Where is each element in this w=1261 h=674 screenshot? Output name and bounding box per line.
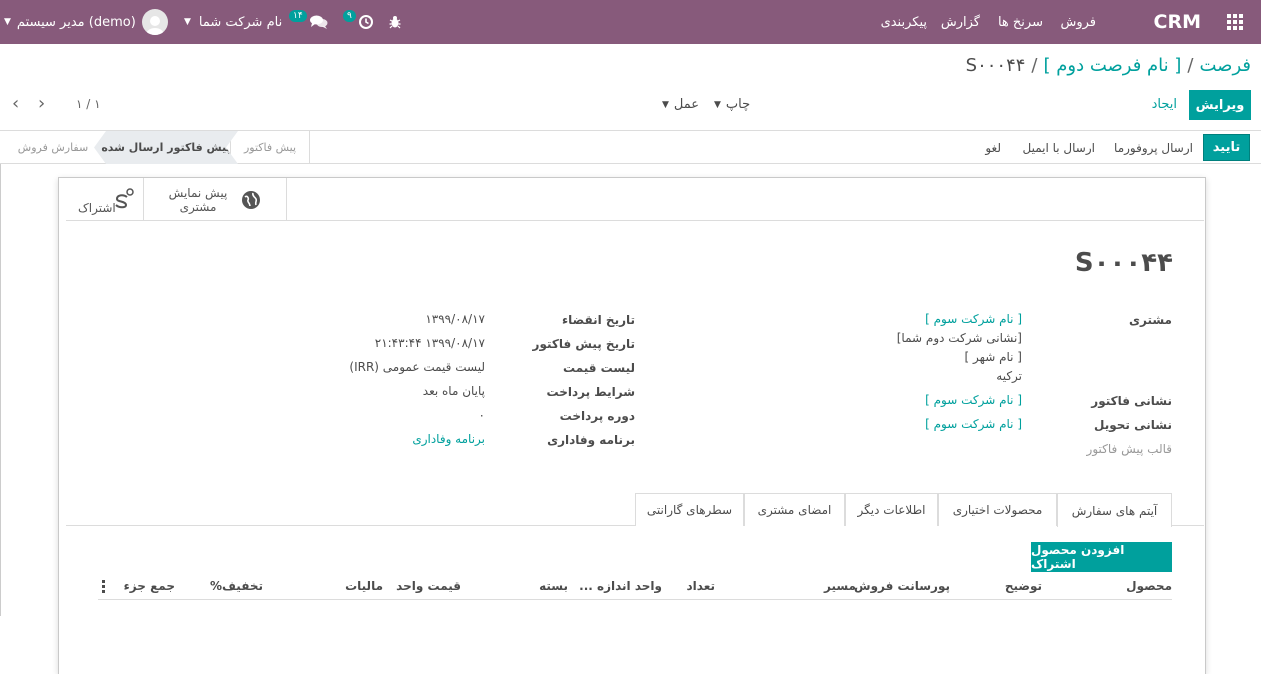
column-taxes[interactable]: مالیات [345,579,383,593]
smart-button-box: پیش نمایش مشتری اشتراک [66,178,1204,221]
payment-terms-label: شرایط پرداخت [546,385,635,399]
column-route[interactable]: مسیر [824,579,856,593]
expiration-label: تاریخ انقضاء [562,313,635,327]
quotation-template-label[interactable]: قالب پیش فاکتور [1087,442,1172,456]
expiration-value[interactable]: ۱۳۹۹/۰۸/۱۷ [425,312,485,326]
pricelist-value[interactable]: لیست قیمت عمومی (IRR) [349,360,485,374]
menu-leads[interactable]: سرنخ ها [998,0,1043,44]
menu-configuration[interactable]: پیکربندی [881,0,927,44]
chevron-down-icon: ▼ [4,17,11,27]
pricelist-label: لیست قیمت [563,361,635,375]
customer-country: ترکیه [996,369,1022,383]
tab-customer-signature[interactable]: امضای مشتری [744,493,845,526]
tab-warranty-lines[interactable]: سطرهای گارانتی [635,493,744,526]
avatar [141,9,168,35]
top-navbar: CRM فروش سرنخ ها گزارش پیکربندی ۹ ۱۴ ▼ ن… [0,0,1261,44]
delivery-address-label: نشانی تحویل [1094,418,1172,432]
tab-order-lines[interactable]: آیتم های سفارش [1057,493,1172,527]
column-discount[interactable]: تخفیف% [210,579,263,593]
quotation-date-label: تاریخ پیش فاکتور [532,337,635,351]
company-switcher[interactable]: ▼ نام شرکت شما [184,0,282,44]
cancel-button[interactable]: لغو [985,131,1001,164]
order-name: S۰۰۰۴۴ [1074,248,1173,278]
tab-other-info[interactable]: اطلاعات دیگر [845,493,938,526]
activities-menu[interactable]: ۹ [343,0,374,44]
stage-sales-order[interactable]: سفارش فروش [8,131,98,164]
column-subtotal[interactable]: جمع جزء [124,579,175,593]
customer-address: [نشانی شرکت دوم شما] [896,331,1022,345]
clock-icon [358,15,373,29]
caret-down-icon: ▼ [714,99,721,110]
chevron-down-icon: ▼ [184,17,191,27]
send-by-email-button[interactable]: ارسال با ایمیل [1022,131,1095,164]
action-dropdown[interactable]: ▼ عمل [662,97,699,112]
activities-badge: ۹ [343,10,356,22]
optional-columns-icon[interactable] [102,580,105,593]
company-name: نام شرکت شما [198,14,283,30]
pager-value[interactable]: ۱ / ۱ [76,97,101,111]
apps-menu-icon[interactable] [1227,0,1247,44]
subscription-button[interactable]: اشتراک [66,178,144,221]
user-name: مدیر سیستم (demo) [16,14,136,30]
column-package[interactable]: بسته [539,579,568,593]
order-lines-header: محصول توضیح پورسانت فروش مسیر تعداد واحد… [98,576,1172,600]
pager-next-icon[interactable]: › [38,93,45,114]
payment-period-value[interactable]: ۰ [479,408,485,422]
payment-terms-value[interactable]: پایان ماه بعد [423,384,485,398]
delivery-address-link[interactable]: [ نام شرکت سوم ] [925,417,1022,431]
column-description[interactable]: توضیح [1005,579,1042,593]
tab-optional-products[interactable]: محصولات اختیاری [938,493,1057,526]
status-bar: تایید ارسال پروفورما ارسال با ایمیل لغو … [0,130,1261,164]
globe-icon [242,190,261,209]
quotation-date-value[interactable]: ۱۳۹۹/۰۸/۱۷ ۲۱:۴۳:۴۴ [375,336,485,350]
customer-preview-button[interactable]: پیش نمایش مشتری [144,178,287,221]
column-unit-price[interactable]: قیمت واحد [396,579,461,593]
customer-label: مشتری [1128,313,1172,327]
messages-badge: ۱۴ [289,10,307,22]
column-quantity[interactable]: تعداد [687,579,715,593]
confirm-button[interactable]: تایید [1203,134,1250,161]
divider [0,164,1,616]
column-commission[interactable]: پورسانت فروش [854,579,950,593]
edit-button[interactable]: ویرایش [1189,90,1251,120]
menu-reporting[interactable]: گزارش [941,0,980,44]
column-uom[interactable]: واحد اندازه ... [579,579,662,593]
debug-bug-icon[interactable] [388,0,402,44]
user-menu[interactable]: ▼ مدیر سیستم (demo) [4,0,168,44]
user-avatar-icon [145,16,164,35]
print-dropdown[interactable]: ▼ چاپ [714,97,750,112]
breadcrumb-opportunity[interactable]: [ نام فرصت دوم ] [1044,55,1182,76]
pager-previous-icon[interactable]: ‹ [12,93,19,114]
customer-city: [ نام شهر ] [964,350,1022,364]
loyalty-program-label: برنامه وفاداری [547,433,635,447]
payment-period-label: دوره پرداخت [559,409,635,423]
menu-sales[interactable]: فروش [1060,0,1096,44]
customer-link[interactable]: [ نام شرکت سوم ] [925,312,1022,326]
column-product[interactable]: محصول [1126,579,1172,593]
invoice-address-link[interactable]: [ نام شرکت سوم ] [925,393,1022,407]
create-button[interactable]: ایجاد [1152,97,1177,112]
stage-quotation[interactable]: پیش فاکتور [230,131,310,164]
breadcrumb: فرصت/[ نام فرصت دوم ]/S۰۰۰۴۴ [965,55,1252,76]
messages-menu[interactable]: ۱۴ [289,0,329,44]
stage-quotation-sent[interactable]: پیش فاکتور ارسال شده [94,131,238,164]
caret-down-icon: ▼ [662,99,669,110]
comments-icon [309,15,328,29]
invoice-address-label: نشانی فاکتور [1091,394,1172,408]
breadcrumb-current: S۰۰۰۴۴ [965,55,1026,76]
send-proforma-button[interactable]: ارسال پروفورما [1114,131,1193,164]
loyalty-program-link[interactable]: برنامه وفاداری [412,432,485,446]
breadcrumb-opportunities[interactable]: فرصت [1200,55,1252,76]
add-subscription-product-button[interactable]: افزودن محصول اشتراک [1031,542,1172,572]
app-brand[interactable]: CRM [1154,0,1201,44]
